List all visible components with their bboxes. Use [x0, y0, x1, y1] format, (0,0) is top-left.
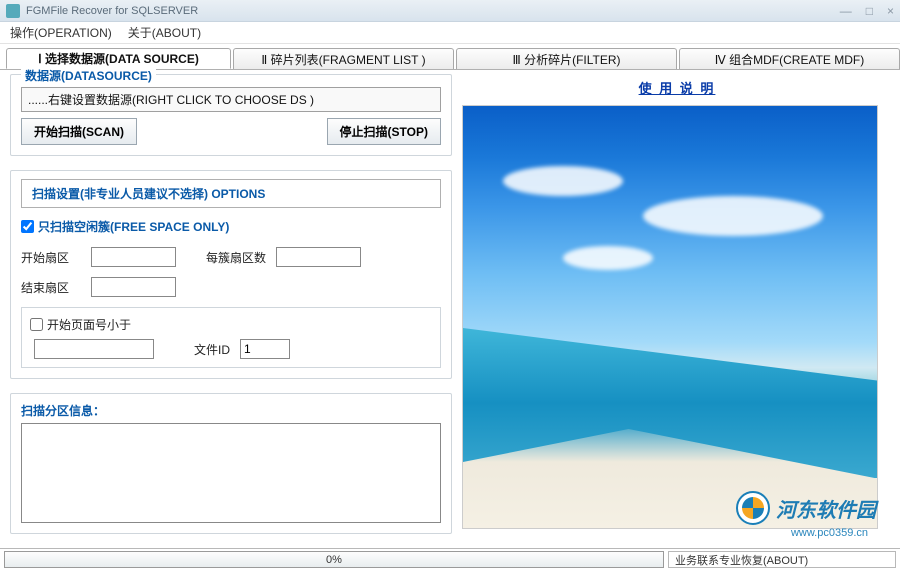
beach-image: [462, 105, 878, 529]
statusbar: 0% 业务联系专业恢复(ABOUT): [0, 548, 900, 570]
scan-button[interactable]: 开始扫描(SCAN): [21, 118, 137, 145]
page-lt-checkbox[interactable]: [30, 318, 43, 331]
scan-options-header: 扫描设置(非专业人员建议不选择) OPTIONS: [21, 179, 441, 208]
minimize-button[interactable]: —: [840, 4, 852, 18]
watermark-text: 河东软件园: [776, 494, 876, 523]
start-sector-label: 开始扇区: [21, 249, 91, 266]
menu-about[interactable]: 关于(ABOUT): [124, 22, 205, 43]
maximize-button[interactable]: □: [866, 4, 873, 18]
partition-info-group: 扫描分区信息：: [10, 393, 452, 534]
watermark: 河东软件园: [736, 491, 876, 525]
partition-info-title: 扫描分区信息：: [21, 402, 441, 419]
instructions-title: 使 用 说 明: [462, 78, 892, 97]
window-controls: — □ ×: [840, 4, 894, 18]
status-contact[interactable]: 业务联系专业恢复(ABOUT): [668, 551, 896, 568]
close-button[interactable]: ×: [887, 4, 894, 18]
per-cluster-input[interactable]: [276, 247, 361, 267]
datasource-group: 数据源(DATASOURCE) ......右键设置数据源(RIGHT CLIC…: [10, 74, 452, 156]
menu-operation[interactable]: 操作(OPERATION): [6, 22, 116, 43]
partition-info-box[interactable]: [21, 423, 441, 523]
content-area: 数据源(DATASOURCE) ......右键设置数据源(RIGHT CLIC…: [0, 70, 900, 548]
progress-bar: 0%: [4, 551, 664, 568]
page-lt-label: 开始页面号小于: [47, 316, 131, 333]
menubar: 操作(OPERATION) 关于(ABOUT): [0, 22, 900, 44]
window-title: FGMFile Recover for SQLSERVER: [26, 5, 840, 17]
app-icon: [6, 4, 20, 18]
tab-data-source[interactable]: Ⅰ 选择数据源(DATA SOURCE): [6, 48, 231, 69]
right-panel: 使 用 说 明: [460, 70, 900, 548]
stop-button[interactable]: 停止扫描(STOP): [327, 118, 441, 145]
titlebar: FGMFile Recover for SQLSERVER — □ ×: [0, 0, 900, 22]
free-space-only-label: 只扫描空闲簇(FREE SPACE ONLY): [38, 218, 229, 235]
tabbar: Ⅰ 选择数据源(DATA SOURCE) Ⅱ 碎片列表(FRAGMENT LIS…: [0, 48, 900, 70]
datasource-field[interactable]: ......右键设置数据源(RIGHT CLICK TO CHOOSE DS ): [21, 87, 441, 112]
end-sector-input[interactable]: [91, 277, 176, 297]
left-panel: 数据源(DATASOURCE) ......右键设置数据源(RIGHT CLIC…: [0, 70, 460, 548]
file-id-label: 文件ID: [194, 341, 230, 358]
page-lt-input[interactable]: [34, 339, 154, 359]
free-space-only-checkbox[interactable]: 只扫描空闲簇(FREE SPACE ONLY): [21, 218, 441, 235]
per-cluster-label: 每簇扇区数: [206, 249, 276, 266]
page-options-box: 开始页面号小于 文件ID: [21, 307, 441, 368]
watermark-logo-icon: [736, 491, 770, 525]
tab-create-mdf[interactable]: Ⅳ 组合MDF(CREATE MDF): [679, 48, 900, 69]
watermark-url: www.pc0359.cn: [791, 527, 868, 539]
start-sector-input[interactable]: [91, 247, 176, 267]
datasource-group-title: 数据源(DATASOURCE): [21, 67, 156, 84]
scan-options-group: 扫描设置(非专业人员建议不选择) OPTIONS 只扫描空闲簇(FREE SPA…: [10, 170, 452, 379]
end-sector-label: 结束扇区: [21, 279, 91, 296]
free-space-only-input[interactable]: [21, 220, 34, 233]
file-id-input[interactable]: [240, 339, 290, 359]
tab-filter[interactable]: Ⅲ 分析碎片(FILTER): [456, 48, 677, 69]
tab-fragment-list[interactable]: Ⅱ 碎片列表(FRAGMENT LIST ): [233, 48, 454, 69]
